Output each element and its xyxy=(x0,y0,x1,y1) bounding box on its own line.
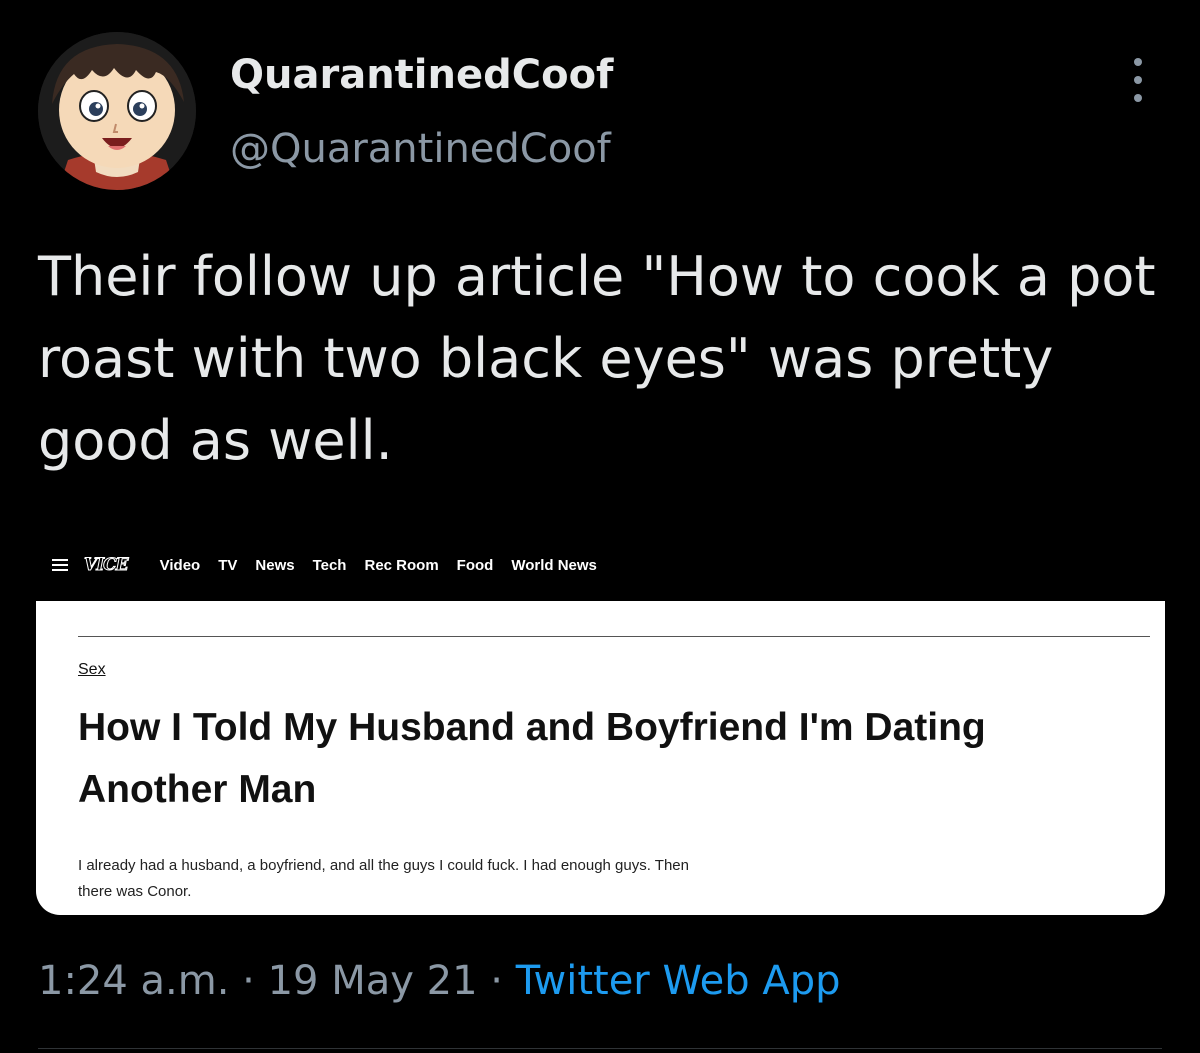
tweet-detail-page: QuarantinedCoof @QuarantinedCoof Their f… xyxy=(0,0,1200,1053)
hamburger-menu-icon xyxy=(52,559,68,571)
more-vertical-icon-dot-3 xyxy=(1134,94,1142,102)
nav-item-food: Food xyxy=(456,556,494,574)
avatar[interactable] xyxy=(38,32,196,190)
tweet-meta: 1:24 a.m. · 19 May 21 · Twitter Web App xyxy=(38,958,841,1004)
vice-logo: VICE xyxy=(84,555,130,576)
user-handle[interactable]: @QuarantinedCoof xyxy=(230,126,611,172)
nav-item-tech: Tech xyxy=(312,556,347,574)
tweet-date[interactable]: 19 May 21 xyxy=(268,958,478,1004)
display-name[interactable]: QuarantinedCoof xyxy=(230,52,613,98)
meta-separator: · xyxy=(490,958,503,1004)
tweet-time[interactable]: 1:24 a.m. xyxy=(38,958,229,1004)
article-headline: How I Told My Husband and Boyfriend I'm … xyxy=(78,706,986,811)
nav-item-video: Video xyxy=(159,556,201,574)
article-category: Sex xyxy=(78,661,106,678)
divider xyxy=(78,636,1150,637)
meta-separator: · xyxy=(242,958,255,1004)
article-dek: I already had a husband, a boyfriend, an… xyxy=(78,857,689,900)
tweet-source-link[interactable]: Twitter Web App xyxy=(516,958,841,1004)
nav-item-news: News xyxy=(255,556,295,574)
anime-boy-avatar-icon xyxy=(38,32,196,190)
embedded-image-card[interactable]: Sex How I Told My Husband and Boyfriend … xyxy=(36,601,1165,915)
more-options-button[interactable] xyxy=(1122,58,1154,102)
more-vertical-icon-dot-2 xyxy=(1134,76,1142,84)
tweet-text: Their follow up article "How to cook a p… xyxy=(38,245,1156,472)
nav-item-tv: TV xyxy=(218,556,238,574)
embedded-vice-nav[interactable]: VICE Video TV News Tech Rec Room Food Wo… xyxy=(38,550,615,580)
nav-item-rec-room: Rec Room xyxy=(364,556,439,574)
nav-item-world-news: World News xyxy=(511,556,597,574)
divider xyxy=(38,1048,1162,1049)
more-vertical-icon xyxy=(1134,58,1142,66)
